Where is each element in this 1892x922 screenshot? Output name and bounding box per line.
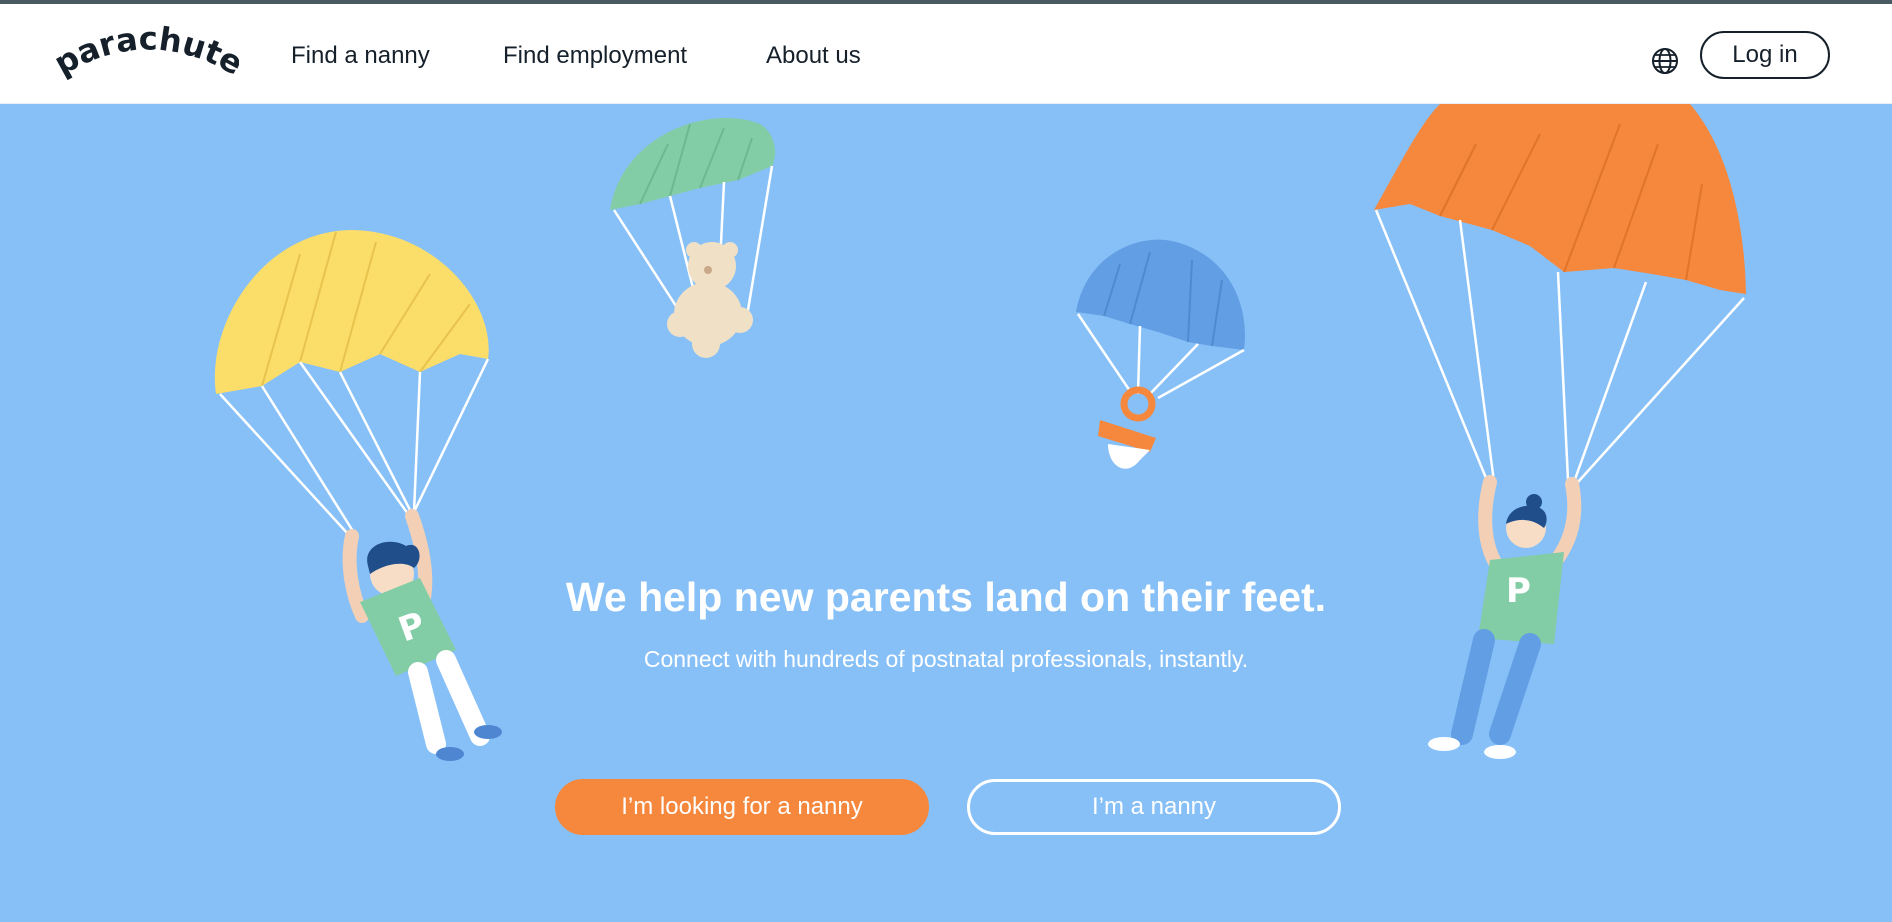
hero-title: We help new parents land on their feet. bbox=[565, 574, 1327, 620]
hero-section: P P We help new parents land on their fe… bbox=[0, 104, 1892, 922]
svg-text:parachute: parachute bbox=[54, 19, 239, 82]
hero-subtitle: Connect with hundreds of postnatal profe… bbox=[643, 646, 1249, 672]
nav-find-a-nanny[interactable]: Find a nanny bbox=[291, 42, 430, 70]
teddy-bear bbox=[667, 242, 753, 358]
globe-icon[interactable] bbox=[1650, 46, 1680, 76]
blue-parachute bbox=[1076, 239, 1245, 400]
nav-find-employment[interactable]: Find employment bbox=[503, 42, 687, 70]
green-parachute bbox=[610, 117, 776, 311]
yellow-parachute bbox=[214, 230, 490, 537]
nav-about-us[interactable]: About us bbox=[766, 42, 861, 70]
parachute-logo[interactable]: parachute bbox=[54, 14, 239, 94]
looking-for-nanny-button[interactable]: I’m looking for a nanny bbox=[555, 779, 929, 835]
hero-illustration: P P bbox=[214, 104, 1746, 761]
nanny-figure-right: P bbox=[1428, 475, 1582, 759]
pacifier bbox=[1098, 386, 1156, 469]
site-header: parachute Find a nanny Find employment A… bbox=[0, 4, 1892, 104]
im-a-nanny-button[interactable]: I’m a nanny bbox=[967, 779, 1341, 835]
shirt-letter: P bbox=[1506, 571, 1531, 611]
login-button[interactable]: Log in bbox=[1700, 31, 1830, 79]
nanny-figure-left: P bbox=[342, 509, 502, 761]
logo-text: parachute bbox=[54, 19, 239, 82]
orange-parachute bbox=[1374, 104, 1746, 483]
